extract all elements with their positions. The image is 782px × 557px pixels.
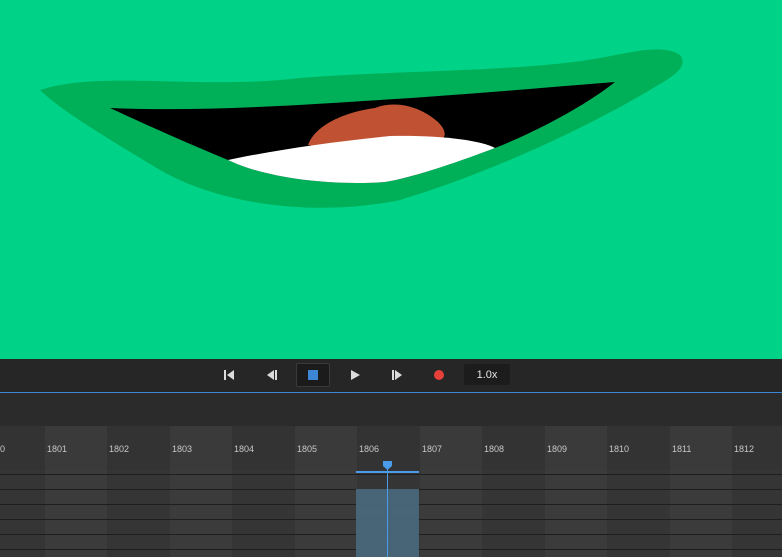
frame-number-label: 1802 (109, 444, 130, 454)
frame-number-label: 1810 (609, 444, 630, 454)
frame-number-label: 1806 (359, 444, 380, 454)
frame-number-label: 1803 (172, 444, 193, 454)
transport-bar: 1.0x (0, 359, 782, 392)
record-button[interactable] (422, 363, 456, 387)
step-back-icon (267, 370, 277, 380)
step-forward-button[interactable] (380, 363, 414, 387)
mouth-drawing (0, 0, 782, 359)
timeline-toolbar (0, 393, 782, 426)
frame-number-label: 1801 (47, 444, 68, 454)
track-column (420, 470, 483, 557)
skip-to-start-button[interactable] (212, 363, 246, 387)
track-column (545, 470, 608, 557)
stop-button[interactable] (296, 363, 330, 387)
track-column (232, 470, 295, 557)
frame-number-label: 1811 (672, 444, 692, 454)
ruler-cell (0, 426, 45, 470)
stop-icon (308, 370, 318, 380)
track-column (45, 470, 108, 557)
track-column (482, 470, 545, 557)
playhead-handle[interactable] (382, 460, 393, 471)
step-forward-icon (392, 370, 402, 380)
play-icon (351, 370, 360, 380)
frame-number-label: 1808 (484, 444, 505, 454)
track-column (607, 470, 670, 557)
frame-number-label: 0 (0, 444, 6, 454)
playhead-line[interactable] (387, 469, 388, 557)
frame-number-label: 1809 (547, 444, 568, 454)
frame-number-label: 1807 (422, 444, 443, 454)
track-column (295, 470, 358, 557)
play-button[interactable] (338, 363, 372, 387)
animation-canvas[interactable] (0, 0, 782, 359)
track-column (0, 470, 45, 557)
record-icon (434, 370, 444, 380)
skip-to-start-icon (224, 370, 234, 380)
track-column (107, 470, 170, 557)
frame-number-label: 1805 (297, 444, 318, 454)
track-separator (0, 474, 782, 475)
track-column (732, 470, 782, 557)
track-column (170, 470, 233, 557)
track-column (670, 470, 733, 557)
step-back-button[interactable] (255, 363, 289, 387)
frame-number-label: 1812 (734, 444, 755, 454)
playback-speed-button[interactable]: 1.0x (464, 364, 510, 385)
frame-number-label: 1804 (234, 444, 255, 454)
